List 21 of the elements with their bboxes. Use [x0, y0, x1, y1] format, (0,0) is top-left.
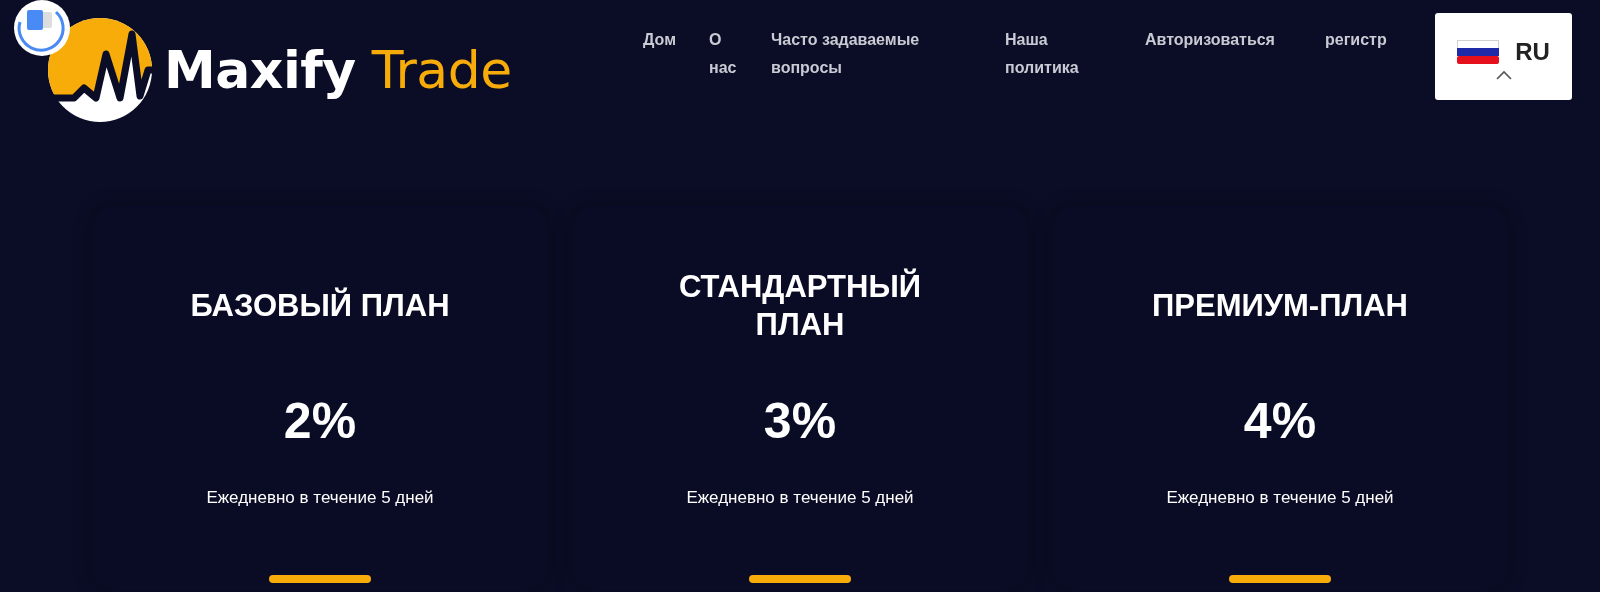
brand-name-accent: Trade — [371, 40, 512, 100]
language-selector[interactable]: RU — [1435, 13, 1572, 100]
plan-note: Ежедневно в течение 5 дней — [686, 487, 914, 509]
nav-link[interactable]: Авторизоваться — [1145, 26, 1303, 128]
flag-icon — [1457, 39, 1500, 64]
plan-note: Ежедневно в течение 5 дней — [206, 487, 434, 509]
chevron-up-icon — [1495, 69, 1512, 80]
plan-note: Ежедневно в течение 5 дней — [1166, 487, 1394, 509]
nav-link[interactable]: Дом — [643, 26, 687, 128]
plan-title: СТАНДАРТНЫЙ ПЛАН — [677, 268, 923, 344]
plan-rate: 3% — [763, 392, 837, 451]
brand-name: Maxify — [164, 40, 356, 100]
nav-link[interactable]: регистр — [1325, 26, 1405, 128]
nav-link[interactable]: О нас — [709, 26, 749, 128]
plan-title: БАЗОВЫЙ ПЛАН — [190, 287, 450, 325]
nav-link[interactable]: Часто задаваемые вопросы — [771, 26, 983, 128]
language-code: RU — [1515, 36, 1550, 67]
plan-rate: 4% — [1243, 392, 1317, 451]
plan-title: ПРЕМИУМ-ПЛАН — [1152, 287, 1408, 325]
plan-rate: 2% — [283, 392, 357, 451]
nav-link[interactable]: Наша политика — [1005, 26, 1123, 128]
